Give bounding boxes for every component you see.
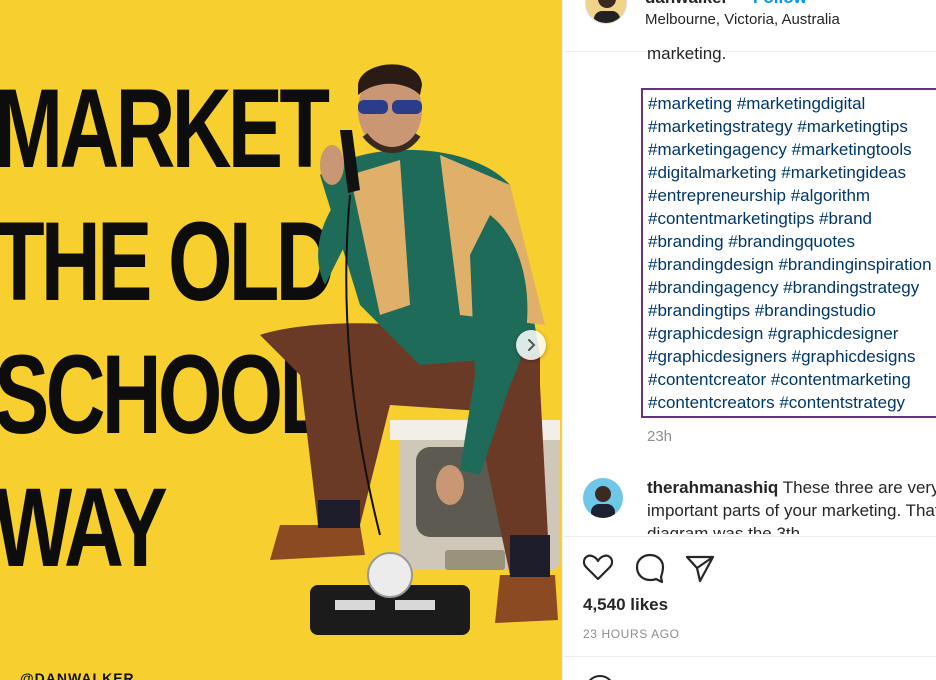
chevron-right-icon <box>528 339 536 351</box>
post-actions: 4,540 likes 23 HOURS AGO <box>563 536 936 656</box>
person-icon <box>594 0 620 23</box>
commenter-avatar[interactable] <box>583 478 623 518</box>
hashtag-line[interactable]: #marketingstrategy #marketingtips <box>648 115 936 138</box>
follow-button[interactable]: Follow <box>753 0 807 8</box>
hashtag-line[interactable]: #brandingtips #brandingstudio <box>648 299 936 322</box>
heart-icon[interactable] <box>581 551 615 585</box>
hashtag-line[interactable]: #digitalmarketing #marketingideas <box>648 161 936 184</box>
hashtag-line[interactable]: #marketing #marketingdigital <box>648 92 936 115</box>
hashtag-line[interactable]: #branding #brandingquotes <box>648 230 936 253</box>
post-timestamp[interactable]: 23 HOURS AGO <box>583 627 680 641</box>
comment-body: therahmanashiq These three are very impo… <box>647 476 936 534</box>
headline-line-4: WAY <box>0 465 168 590</box>
comment-icon[interactable] <box>633 551 667 585</box>
share-icon[interactable] <box>683 551 717 585</box>
add-comment-bar <box>563 656 936 680</box>
hashtag-line[interactable]: #contentcreators #contentstrategy <box>648 391 936 414</box>
caption-timestamp: 23h <box>647 428 673 445</box>
headline-line-1: MARKET <box>0 66 330 191</box>
hashtag-line[interactable]: #contentcreator #contentmarketing <box>648 368 936 391</box>
hashtag-line[interactable]: #graphicdesign #graphicdesigner <box>648 322 936 345</box>
author-username[interactable]: danwalker <box>645 0 728 8</box>
post-location[interactable]: Melbourne, Victoria, Australia <box>645 11 840 28</box>
hashtag-line[interactable]: #graphicdesigners #graphicdesigns <box>648 345 936 368</box>
commenter-username[interactable]: therahmanashiq <box>647 478 778 497</box>
emoji-icon[interactable] <box>585 675 615 680</box>
hashtag-line[interactable]: #entrepreneurship #algorithm <box>648 184 936 207</box>
caption-text: marketing. <box>647 44 727 63</box>
image-watermark: @DANWALKER <box>20 670 135 680</box>
hashtag-line[interactable]: #brandingdesign #brandinginspiration <box>648 253 936 276</box>
author-avatar[interactable] <box>585 0 627 24</box>
hashtag-highlight-box: #marketing #marketingdigital #marketings… <box>641 88 936 418</box>
headline-line-3: SCHOOL <box>0 332 330 457</box>
post-header: danwalker Follow Melbourne, Victoria, Au… <box>563 0 936 52</box>
hashtag-line[interactable]: #brandingagency #brandingstrategy <box>648 276 936 299</box>
likes-count[interactable]: 4,540 likes <box>583 595 668 615</box>
post-sidebar: danwalker Follow Melbourne, Victoria, Au… <box>562 0 936 680</box>
hashtag-line[interactable]: #marketingagency #marketingtools <box>648 138 936 161</box>
carousel-next-button[interactable] <box>516 330 546 360</box>
headline-line-2: THE OLD <box>0 199 336 324</box>
person-icon <box>591 486 615 518</box>
hashtag-line[interactable]: #contentmarketingtips #brand <box>648 207 936 230</box>
post-image[interactable]: MARKET THE OLD SCHOOL WAY @DANWALKER <box>0 0 562 680</box>
man-on-phone-photo <box>260 64 560 635</box>
